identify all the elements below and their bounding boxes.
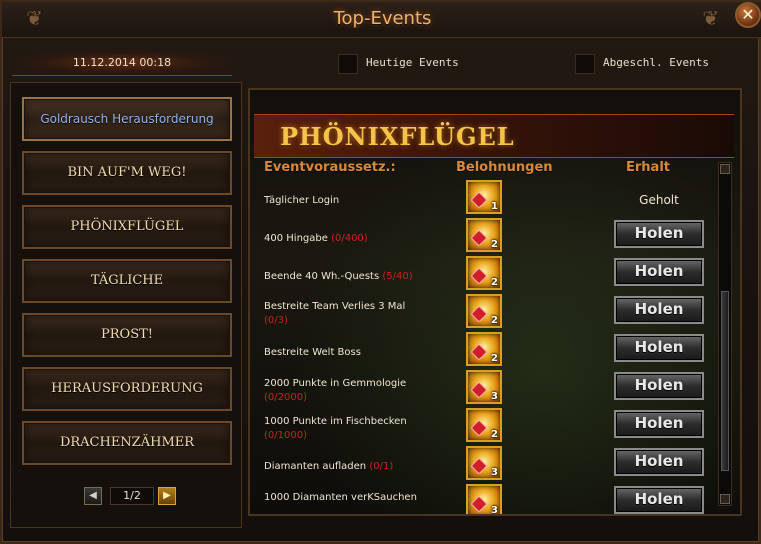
row-condition: Bestreite Welt Boss — [264, 346, 361, 360]
gem-icon — [470, 305, 488, 323]
reward-item-icon[interactable]: 3 — [466, 484, 502, 516]
reward-item-icon[interactable]: 3 — [466, 446, 502, 480]
claim-button[interactable]: Holen — [614, 258, 704, 286]
window-title: Top-Events — [333, 8, 432, 29]
reward-qty: 2 — [491, 429, 498, 440]
gem-icon — [470, 457, 488, 475]
claim-button[interactable]: Holen — [614, 372, 704, 400]
scroll-thumb[interactable] — [721, 291, 729, 471]
event-window: ❦ Top-Events ❦ ✕ 11.12.2014 00:18 Heutig… — [0, 0, 761, 544]
row-progress: (0/3) — [264, 315, 288, 326]
page-indicator: 1/2 — [110, 487, 154, 505]
row-condition: Täglicher Login — [264, 194, 339, 208]
scroll-up-arrow-icon[interactable] — [720, 164, 730, 174]
date-bar: 11.12.2014 00:18 — [12, 50, 232, 76]
row-progress: (0/1) — [369, 461, 394, 472]
claim-button[interactable]: Holen — [614, 220, 704, 248]
category-drachenzaehmer[interactable]: DRACHENZÄHMER — [22, 421, 232, 465]
row-condition-text: Bestreite Welt Boss — [264, 347, 361, 358]
row-progress: (0/400) — [331, 233, 368, 244]
column-condition: Eventvoraussetz.: — [264, 160, 396, 175]
claim-button[interactable]: Holen — [614, 296, 704, 324]
row-progress: (0/2000) — [264, 392, 307, 403]
row-condition: 1000 Diamanten verKSauchen — [264, 491, 417, 505]
category-herausforderung-deluxe[interactable]: HERAUSFORDERUNG DELUXE — [22, 367, 232, 436]
reward-item-icon[interactable]: 2 — [466, 256, 502, 290]
reward-item-icon[interactable]: 2 — [466, 332, 502, 366]
row-condition: 1000 Punkte im Fischbecken (0/1000) — [264, 415, 407, 443]
claim-button[interactable]: Holen — [614, 448, 704, 476]
row-condition: Bestreite Team Verlies 3 Mal (0/3) — [264, 300, 405, 328]
prev-page-button[interactable]: ◀ — [84, 487, 102, 505]
reward-qty: 2 — [491, 277, 498, 288]
today-events-label: Heutige Events — [366, 56, 459, 69]
claimed-status: Geholt — [639, 193, 679, 207]
category-taegliche-herausforderung[interactable]: TÄGLICHE HERAUSFORDERUNG — [22, 259, 232, 328]
reward-qty: 1 — [491, 201, 498, 212]
category-bin-aufm-weg[interactable]: BIN AUF'M WEG! — [22, 151, 232, 195]
reward-item-icon[interactable]: 2 — [466, 218, 502, 252]
date-time: 11.12.2014 00:18 — [72, 56, 172, 69]
reward-item-icon[interactable]: 1 — [466, 180, 502, 214]
scroll-down-arrow-icon[interactable] — [720, 494, 730, 504]
row-condition-text: 400 Hingabe — [264, 233, 328, 244]
close-button[interactable]: ✕ — [735, 2, 761, 28]
gem-icon — [470, 381, 488, 399]
row-condition-text: Beende 40 Wh.-Quests — [264, 271, 380, 282]
row-condition: 400 Hingabe (0/400) — [264, 232, 368, 246]
category-goldrausch[interactable]: Goldrausch Herausforderung — [22, 97, 232, 141]
claim-button[interactable]: Holen — [614, 410, 704, 438]
reward-item-icon[interactable]: 2 — [466, 408, 502, 442]
today-events-checkbox[interactable] — [338, 54, 358, 74]
next-page-button[interactable]: ▶ — [158, 487, 176, 505]
reward-list-scrollbar[interactable] — [718, 162, 732, 506]
event-category-list: Goldrausch Herausforderung BIN AUF'M WEG… — [10, 82, 242, 528]
reward-qty: 2 — [491, 239, 498, 250]
right-ornament-icon: ❦ — [702, 6, 719, 30]
column-reward: Belohnungen — [456, 160, 553, 175]
row-condition-text: Bestreite Team Verlies 3 Mal — [264, 301, 406, 312]
event-detail-panel: PHÖNIXFLÜGEL Eventvoraussetz.: Belohnung… — [248, 88, 742, 516]
row-condition: Beende 40 Wh.-Quests (5/40) — [264, 270, 413, 284]
column-status: Erhalt — [626, 160, 670, 175]
row-condition-text: Diamanten aufladen — [264, 461, 367, 472]
row-progress: (0/1000) — [264, 430, 307, 441]
event-title: PHÖNIXFLÜGEL — [280, 122, 515, 151]
reward-qty: 3 — [491, 505, 498, 516]
reward-qty: 3 — [491, 391, 498, 402]
gem-icon — [470, 419, 488, 437]
category-prost[interactable]: PROST! — [22, 313, 232, 357]
row-progress: (5/40) — [382, 271, 413, 282]
finished-events-checkbox[interactable] — [575, 54, 595, 74]
row-condition-text: Täglicher Login — [264, 195, 340, 206]
reward-qty: 2 — [491, 315, 498, 326]
row-condition-text: 1000 Punkte im Fischbecken — [264, 416, 407, 427]
reward-item-icon[interactable]: 3 — [466, 370, 502, 404]
reward-item-icon[interactable]: 2 — [466, 294, 502, 328]
gem-icon — [470, 191, 488, 209]
gem-icon — [470, 229, 488, 247]
reward-qty: 2 — [491, 353, 498, 364]
gem-icon — [470, 495, 488, 513]
gem-icon — [470, 343, 488, 361]
event-banner: PHÖNIXFLÜGEL — [254, 114, 734, 158]
claim-button[interactable]: Holen — [614, 486, 704, 514]
finished-events-label: Abgeschl. Events — [603, 56, 709, 69]
category-phoenixfluegel[interactable]: PHÖNIXFLÜGEL — [22, 205, 232, 249]
row-condition: Diamanten aufladen (0/1) — [264, 460, 393, 474]
title-bar: ❦ Top-Events ❦ ✕ — [2, 2, 761, 38]
row-condition: 2000 Punkte in Gemmologie (0/2000) — [264, 377, 406, 405]
row-condition-text: 2000 Punkte in Gemmologie — [264, 378, 407, 389]
row-condition-text: 1000 Diamanten verKSauchen — [264, 492, 417, 503]
claim-button[interactable]: Holen — [614, 334, 704, 362]
gem-icon — [470, 267, 488, 285]
reward-qty: 3 — [491, 467, 498, 478]
